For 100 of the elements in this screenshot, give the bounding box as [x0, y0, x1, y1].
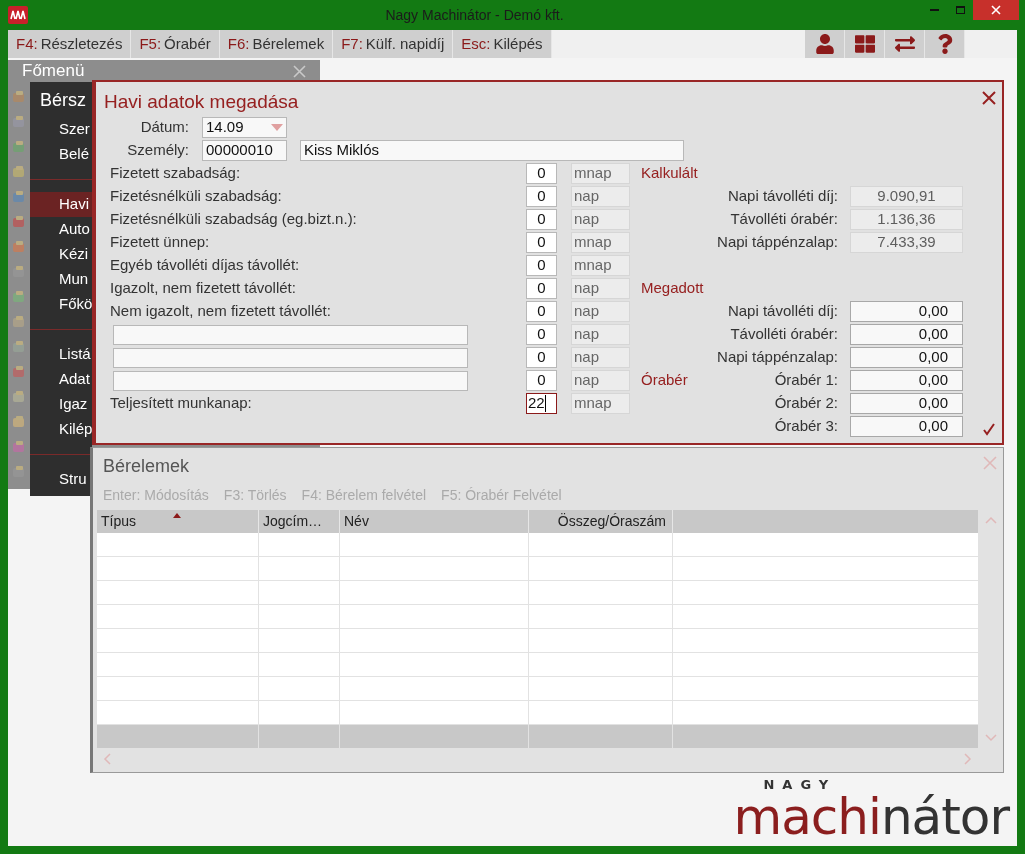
- unit-field: nap: [571, 370, 630, 391]
- day-count-field[interactable]: 0: [526, 255, 557, 276]
- module-icon[interactable]: [12, 440, 26, 454]
- module-icon[interactable]: [12, 215, 26, 229]
- section-title: Kalkulált: [641, 163, 698, 184]
- toolbar-command[interactable]: F5: Órabér: [131, 30, 220, 58]
- amount-field[interactable]: 0,00: [850, 393, 963, 414]
- person-name-field[interactable]: Kiss Miklós: [300, 140, 684, 161]
- toolbar-command[interactable]: F6: Bérelemek: [219, 30, 334, 58]
- amount-label: Órabér 1:: [774, 370, 838, 391]
- menu-item[interactable]: Igaz: [30, 392, 92, 417]
- menu-item[interactable]: Belé: [30, 142, 92, 167]
- row-label: Fizetésnélküli szabadság (eg.bizt.n.):: [110, 209, 357, 230]
- day-count-field[interactable]: 0: [526, 370, 557, 391]
- description-field[interactable]: [113, 324, 468, 345]
- window-title: Nagy Machinátor - Demó kft.: [385, 7, 564, 23]
- unit-field: nap: [571, 278, 630, 299]
- menu-item[interactable]: Kilép: [30, 417, 92, 442]
- amount-label: Napi távolléti díj:: [727, 301, 838, 322]
- row-label: Fizetett ünnep:: [110, 232, 210, 253]
- amount-field[interactable]: 0,00: [850, 347, 963, 368]
- toolbar-command[interactable]: Esc: Kilépés: [453, 30, 552, 58]
- unit-field: nap: [571, 324, 630, 345]
- close-icon[interactable]: [982, 91, 996, 105]
- person-label: Személy:: [126, 140, 189, 161]
- amount-label: Órabér 2:: [774, 393, 838, 414]
- day-count-field[interactable]: 22: [526, 393, 557, 414]
- amount-field[interactable]: 0,00: [850, 301, 963, 322]
- module-icon[interactable]: [12, 115, 26, 129]
- day-count-field[interactable]: 0: [526, 186, 557, 207]
- module-icon[interactable]: [12, 165, 26, 179]
- amount-label: Távolléti órabér:: [730, 324, 838, 345]
- menu-item[interactable]: Szer: [30, 117, 92, 142]
- module-icon[interactable]: [12, 265, 26, 279]
- row-label: Igazolt, nem fizetett távollét:: [110, 278, 296, 299]
- date-dropdown[interactable]: 14.09: [202, 117, 287, 138]
- row-label: Teljesített munkanap:: [110, 393, 252, 414]
- menu-item[interactable]: Stru: [30, 467, 92, 492]
- day-count-field[interactable]: 0: [526, 324, 557, 345]
- person-code-field[interactable]: 00000010: [202, 140, 287, 161]
- menu-section-title: Bérsz: [39, 89, 87, 112]
- amount-field: 1.136,36: [850, 209, 963, 230]
- unit-field: mnap: [571, 255, 630, 276]
- description-field[interactable]: [113, 370, 468, 391]
- amount-field: 7.433,39: [850, 232, 963, 253]
- scroll-left-icon[interactable]: [103, 753, 111, 765]
- day-count-field[interactable]: 0: [526, 232, 557, 253]
- menu-item[interactable]: Auto: [30, 217, 92, 242]
- day-count-field[interactable]: 0: [526, 209, 557, 230]
- user-icon: [814, 34, 835, 54]
- menu-item[interactable]: Mun: [30, 267, 92, 292]
- unit-field: mnap: [571, 163, 630, 184]
- menu-item[interactable]: Havi: [30, 192, 92, 217]
- amount-field[interactable]: 0,00: [850, 416, 963, 437]
- day-count-field[interactable]: 0: [526, 163, 557, 184]
- amount-field[interactable]: 0,00: [850, 324, 963, 345]
- amount-label: Órabér 3:: [774, 416, 838, 437]
- section-title: Órabér: [641, 370, 688, 391]
- module-icon[interactable]: [12, 390, 26, 404]
- day-count-field[interactable]: 0: [526, 301, 557, 322]
- module-icon[interactable]: [12, 365, 26, 379]
- module-icon[interactable]: [12, 415, 26, 429]
- amount-label: Napi táppénzalap:: [717, 232, 838, 253]
- menu-item[interactable]: Adat: [30, 367, 92, 392]
- amount-field[interactable]: 0,00: [850, 370, 963, 391]
- menu-item[interactable]: Kézi: [30, 242, 92, 267]
- module-icon[interactable]: [12, 190, 26, 204]
- logo-tagline: NAGY: [763, 778, 837, 792]
- module-icon[interactable]: [12, 340, 26, 354]
- menu-item[interactable]: Főkö: [30, 292, 92, 317]
- amount-label: Napi táppénzalap:: [717, 347, 838, 368]
- module-icon[interactable]: [12, 465, 26, 479]
- scroll-right-icon[interactable]: [964, 753, 973, 765]
- toolbar-command[interactable]: F7: Külf. napidíj: [333, 30, 454, 58]
- module-icon[interactable]: [12, 90, 26, 104]
- menu-item[interactable]: Listá: [30, 342, 92, 367]
- module-icon[interactable]: [12, 290, 26, 304]
- toolbar-command[interactable]: F4: Részletezés: [8, 30, 132, 58]
- unit-field: mnap: [571, 232, 630, 253]
- close-button[interactable]: [973, 0, 1019, 20]
- app-icon: [8, 6, 28, 24]
- unit-field: nap: [571, 301, 630, 322]
- panel-title: Bérelemek: [103, 455, 190, 478]
- module-icon[interactable]: [12, 315, 26, 329]
- description-field[interactable]: [113, 347, 468, 368]
- caret-icon: [271, 124, 283, 131]
- unit-field: nap: [571, 347, 630, 368]
- day-count-field[interactable]: 0: [526, 278, 557, 299]
- amount-label: Napi távolléti díj:: [727, 186, 838, 207]
- unit-field: mnap: [571, 393, 630, 414]
- unit-field: nap: [571, 209, 630, 230]
- scroll-up-icon[interactable]: [984, 516, 997, 524]
- day-count-field[interactable]: 0: [526, 347, 557, 368]
- logo-wordmark: machinátor: [733, 792, 1009, 842]
- row-label: Fizetésnélküli szabadság:: [110, 186, 282, 207]
- checkmark-icon[interactable]: [982, 422, 996, 436]
- scroll-down-icon[interactable]: [984, 734, 997, 742]
- main-menu-title: Főmenü: [22, 60, 85, 83]
- module-icon[interactable]: [12, 140, 26, 154]
- module-icon[interactable]: [12, 240, 26, 254]
